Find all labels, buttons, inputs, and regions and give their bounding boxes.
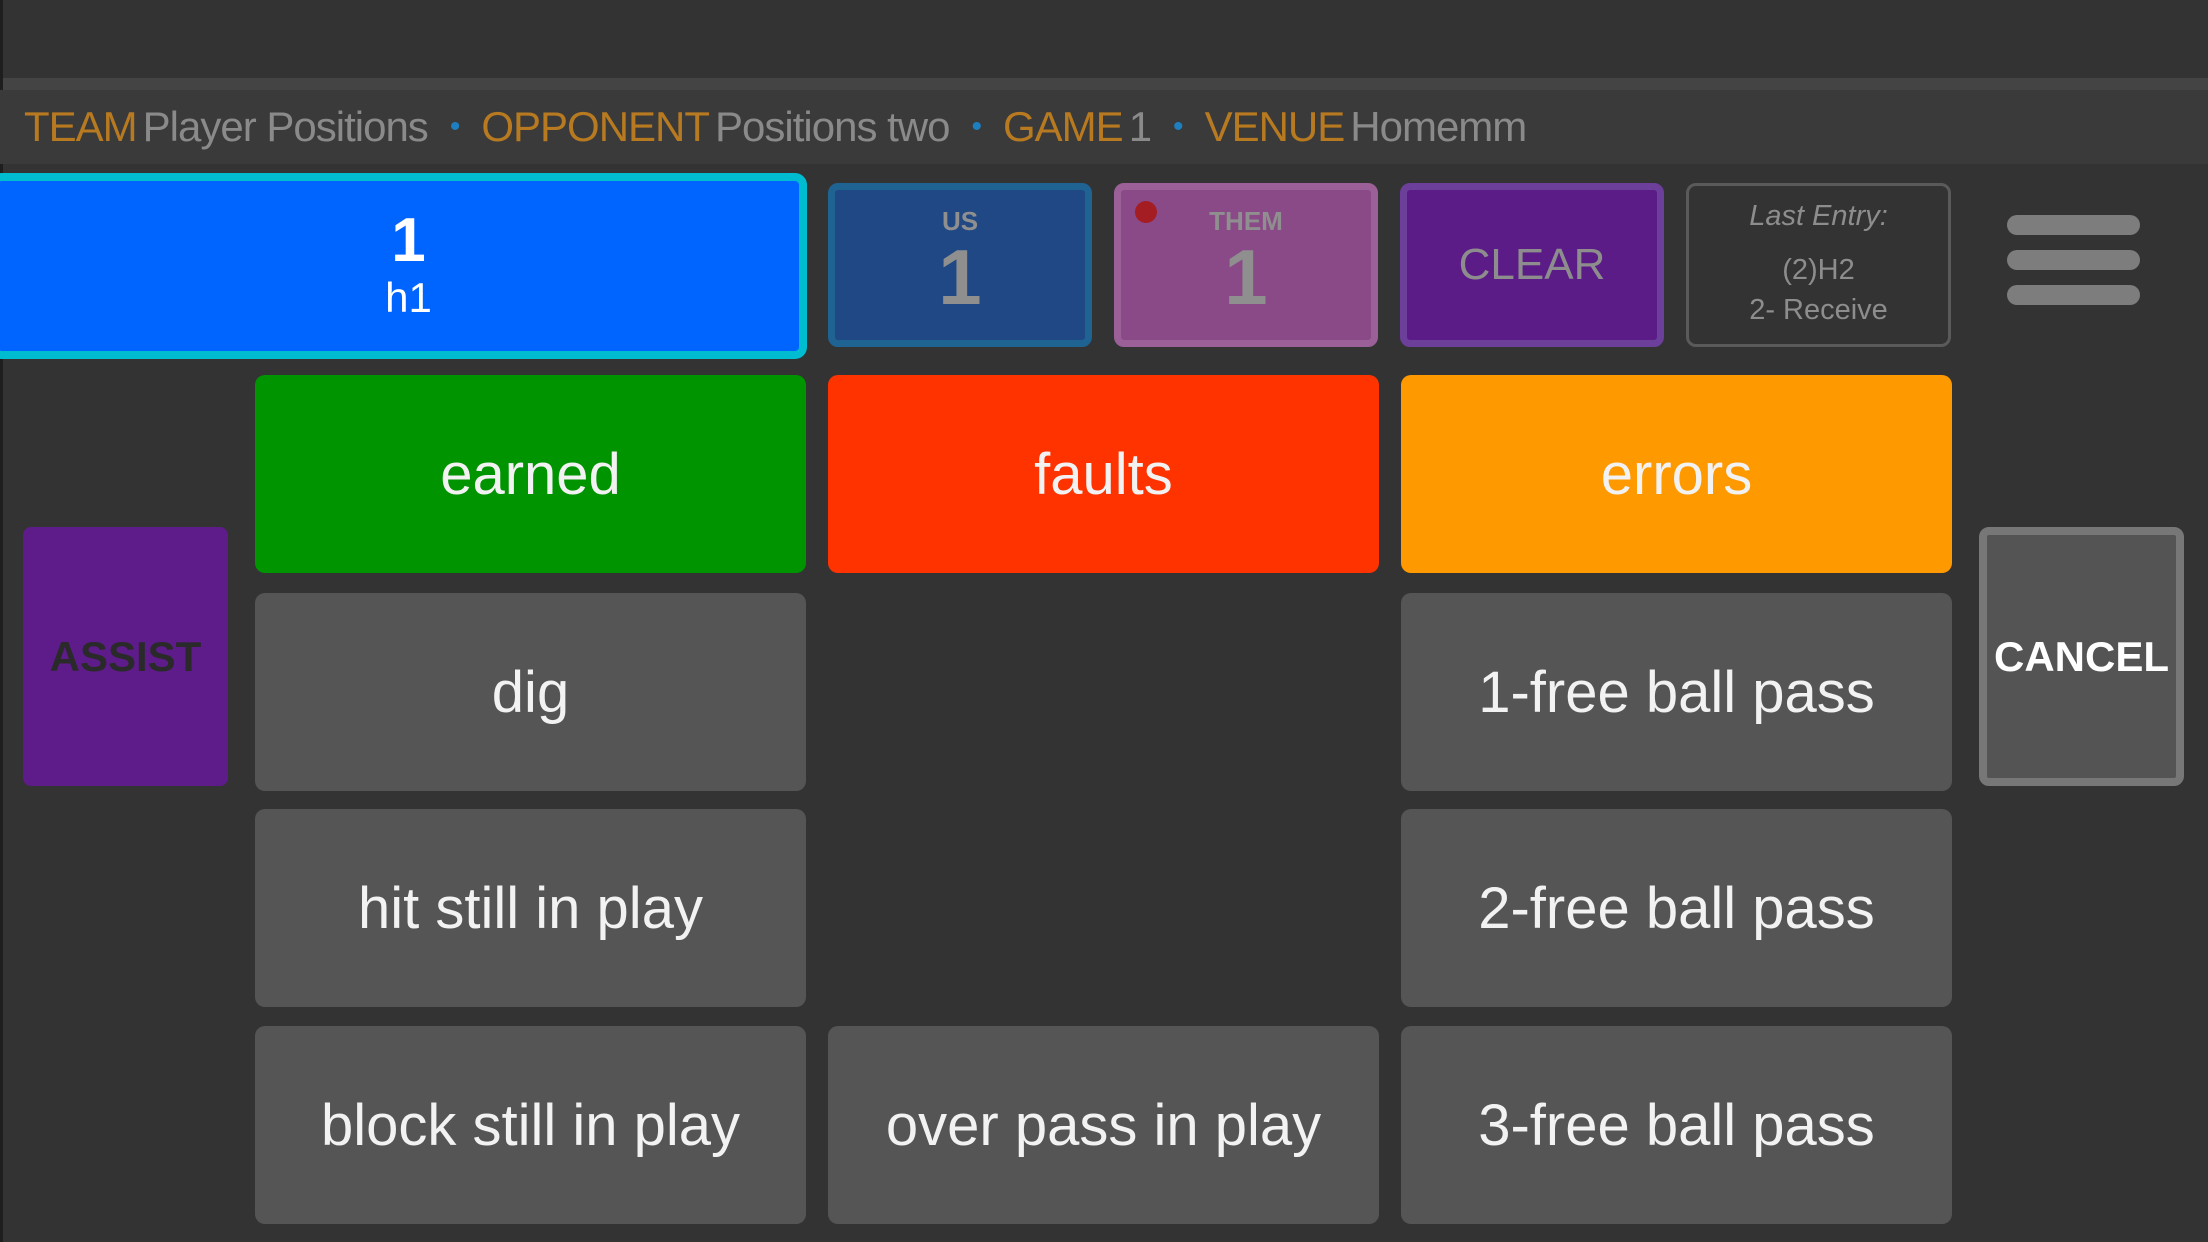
block-still-in-play-button[interactable]: block still in play: [255, 1026, 806, 1224]
stat-entry-screen: TEAM Player Positions • OPPONENT Positio…: [0, 0, 2208, 1242]
cancel-label: CANCEL: [1994, 632, 2169, 680]
top-band: [0, 0, 2208, 78]
opponent-key: OPPONENT: [481, 103, 710, 150]
last-entry-line1: (2)H2: [1782, 254, 1855, 287]
them-score-value: 1: [1224, 233, 1268, 321]
over-pass-in-play-button[interactable]: over pass in play: [828, 1026, 1379, 1224]
game-key: GAME: [1003, 103, 1124, 150]
last-entry-panel: Last Entry: (2)H2 2- Receive: [1686, 183, 1951, 347]
last-entry-title: Last Entry:: [1749, 200, 1888, 233]
assist-label: ASSIST: [49, 632, 202, 680]
menu-bar: [2007, 250, 2140, 270]
assist-button[interactable]: ASSIST: [23, 527, 228, 786]
separator-dot: •: [1173, 110, 1183, 143]
serving-indicator-icon: [1135, 201, 1157, 223]
free-ball-pass-3-label: 3-free ball pass: [1478, 1092, 1875, 1158]
separator-dot: •: [971, 110, 981, 143]
player-number: 1: [391, 206, 426, 276]
player-name: h1: [385, 274, 432, 322]
dig-label: dig: [491, 659, 570, 725]
game-value: 1: [1128, 103, 1152, 150]
us-score-label: US: [941, 206, 979, 236]
errors-button[interactable]: errors: [1401, 375, 1952, 573]
opponent-value: Positions two: [715, 103, 950, 150]
us-score-value: 1: [938, 233, 982, 321]
errors-label: errors: [1600, 441, 1753, 507]
clear-label: CLEAR: [1458, 240, 1606, 289]
team-key: TEAM: [24, 103, 138, 150]
faults-button[interactable]: faults: [828, 375, 1379, 573]
team-value: Player Positions: [142, 103, 429, 150]
earned-label: earned: [440, 441, 621, 507]
hamburger-menu-icon[interactable]: [2000, 205, 2150, 315]
venue-value: Homemm: [1350, 103, 1527, 150]
last-entry-line2: 2- Receive: [1749, 293, 1888, 326]
them-score-label: THEM: [1209, 206, 1283, 236]
faults-label: faults: [1034, 441, 1173, 507]
venue-key: VENUE: [1204, 103, 1346, 150]
hit-still-in-play-label: hit still in play: [358, 875, 703, 941]
them-score-button[interactable]: THEM 1: [1114, 183, 1378, 347]
earned-button[interactable]: earned: [255, 375, 806, 573]
free-ball-pass-3-button[interactable]: 3-free ball pass: [1401, 1026, 1952, 1224]
free-ball-pass-1-button[interactable]: 1-free ball pass: [1401, 593, 1952, 791]
over-pass-in-play-label: over pass in play: [885, 1092, 1322, 1158]
hit-still-in-play-button[interactable]: hit still in play: [255, 809, 806, 1007]
free-ball-pass-2-button[interactable]: 2-free ball pass: [1401, 809, 1952, 1007]
match-info-bar: TEAM Player Positions • OPPONENT Positio…: [0, 90, 2208, 164]
block-still-in-play-label: block still in play: [320, 1092, 741, 1158]
dig-button[interactable]: dig: [255, 593, 806, 791]
separator-dot: •: [449, 110, 460, 143]
top-divider: [0, 78, 2208, 90]
menu-bar: [2007, 215, 2140, 235]
menu-bar: [2007, 285, 2140, 305]
selected-player-button[interactable]: 1 h1: [0, 173, 807, 359]
cancel-button[interactable]: CANCEL: [1979, 527, 2184, 786]
free-ball-pass-2-label: 2-free ball pass: [1478, 875, 1875, 941]
clear-button[interactable]: CLEAR: [1400, 183, 1664, 347]
free-ball-pass-1-label: 1-free ball pass: [1478, 659, 1875, 725]
us-score-button[interactable]: US 1: [828, 183, 1092, 347]
